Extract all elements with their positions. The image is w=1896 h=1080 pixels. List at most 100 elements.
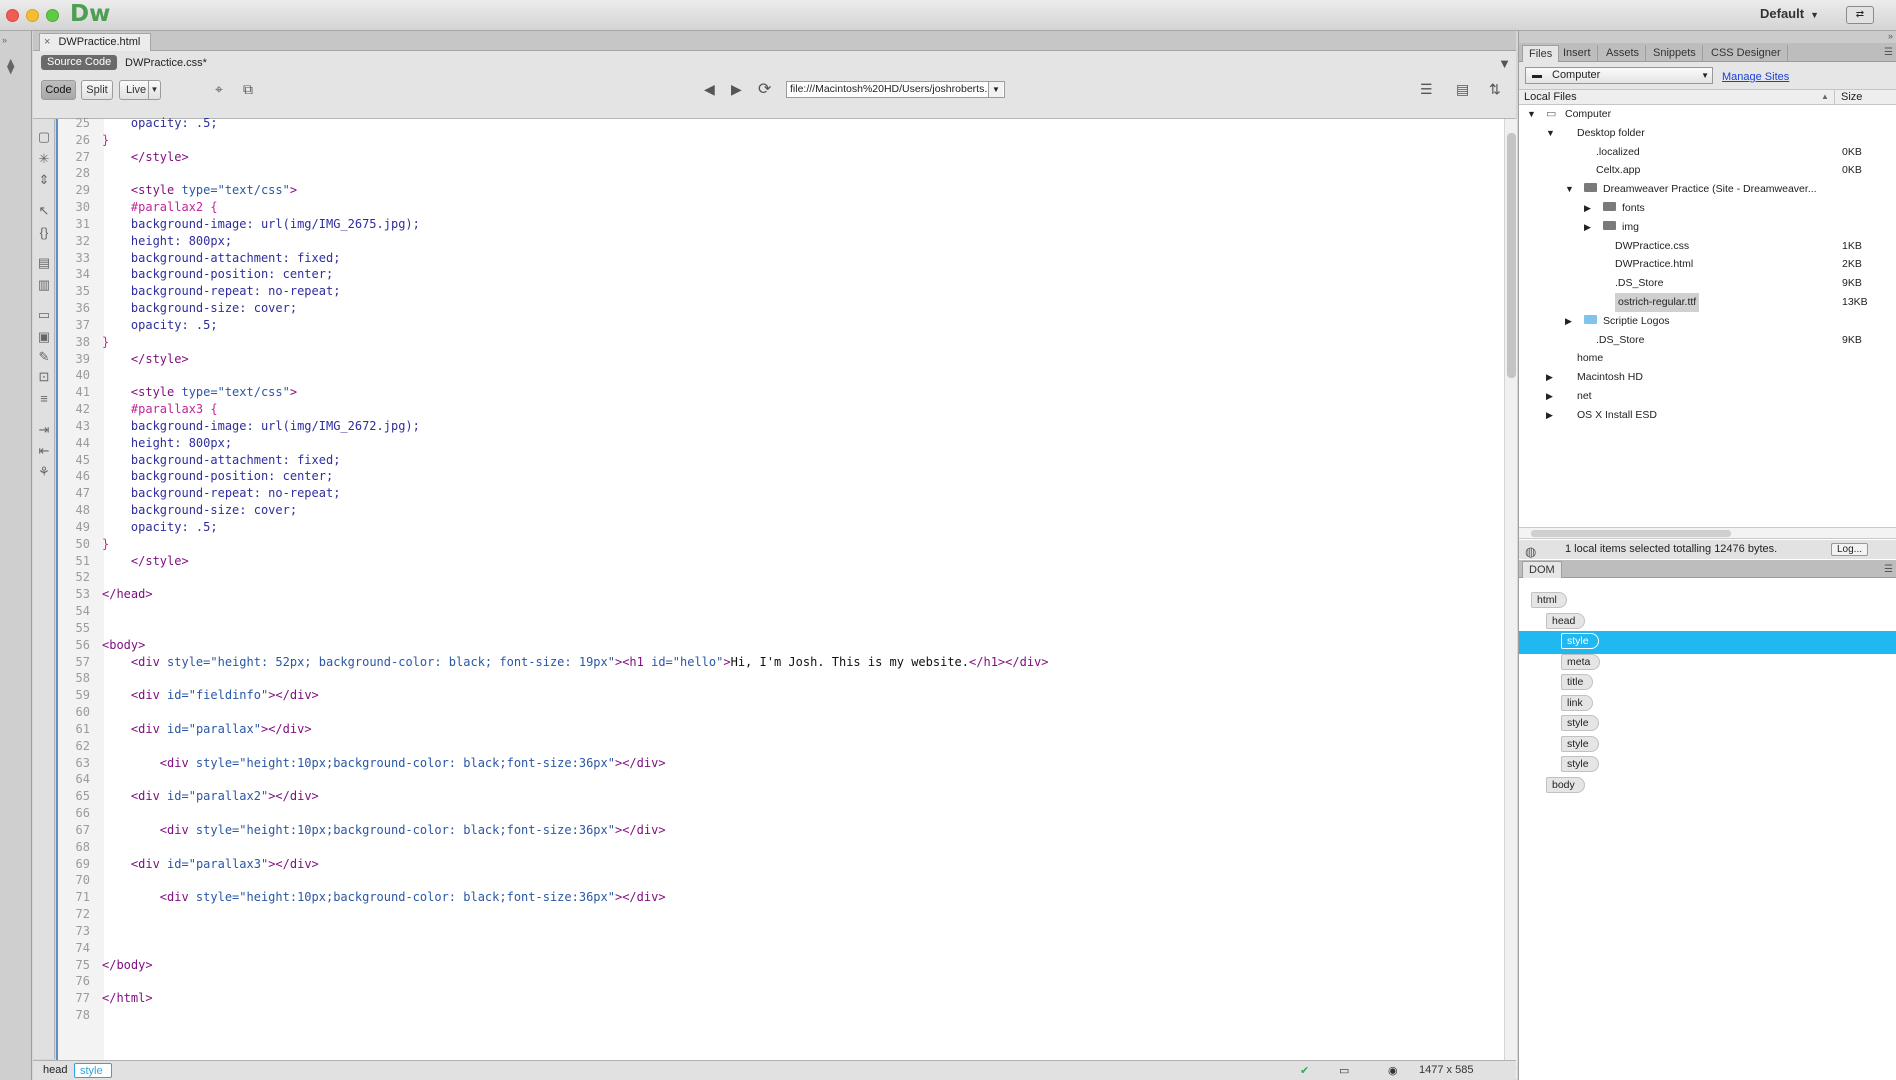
related-file-css[interactable]: DWPractice.css* xyxy=(125,57,207,69)
code-line[interactable]: 40 xyxy=(58,367,1488,384)
file-tree-row[interactable]: .localized 0KB xyxy=(1519,143,1896,162)
code-line[interactable]: 38} xyxy=(58,334,1488,351)
dom-node-style[interactable]: style xyxy=(1561,633,1599,649)
chevron-down-icon[interactable]: ▼ xyxy=(148,81,160,99)
code-line[interactable]: 63 <div style="height:10px;background-co… xyxy=(58,755,1488,772)
move-css-icon[interactable]: ≡ xyxy=(36,391,52,406)
indent-code-icon[interactable]: ⇥ xyxy=(36,422,52,438)
dom-node-body[interactable]: body xyxy=(1546,776,1585,793)
chevron-down-icon[interactable]: ▼ xyxy=(988,82,1003,97)
tag-crumb-head[interactable]: head xyxy=(38,1063,75,1078)
file-tree-row[interactable]: DWPractice.css 1KB xyxy=(1519,237,1896,256)
code-line[interactable]: 41 <style type="text/css"> xyxy=(58,384,1488,401)
code-line[interactable]: 71 <div style="height:10px;background-co… xyxy=(58,889,1488,906)
disclosure-closed-icon[interactable]: ▶ xyxy=(1546,406,1553,425)
tab-assets[interactable]: Assets xyxy=(1600,45,1647,62)
screen-size-icon[interactable]: ▭ xyxy=(1339,1064,1349,1077)
tab-snippets[interactable]: Snippets xyxy=(1647,45,1703,62)
file-tree-row[interactable]: ▶ fonts xyxy=(1519,199,1896,218)
code-line[interactable]: 76 xyxy=(58,973,1488,990)
site-select[interactable]: ▬ Computer ▼ xyxy=(1525,67,1713,84)
tab-insert[interactable]: Insert xyxy=(1557,45,1598,62)
filter-icon[interactable]: ▼ xyxy=(1498,56,1511,71)
scroll-thumb[interactable] xyxy=(1507,133,1516,378)
code-line[interactable]: 39 </style> xyxy=(58,351,1488,368)
dom-node-link[interactable]: link xyxy=(1561,694,1593,711)
file-tree-row[interactable]: home xyxy=(1519,349,1896,368)
log-button[interactable]: Log... xyxy=(1831,543,1869,556)
code-line[interactable]: 35 background-repeat: no-repeat; xyxy=(58,283,1488,300)
file-tree-row[interactable]: Celtx.app 0KB xyxy=(1519,161,1896,180)
file-tree-row[interactable]: ▼ Dreamweaver Practice (Site - Dreamweave… xyxy=(1519,180,1896,199)
zoom-window-button[interactable] xyxy=(46,9,59,22)
code-line[interactable]: 46 background-position: center; xyxy=(58,468,1488,485)
refresh-icon[interactable]: ⟳ xyxy=(758,79,771,99)
disclosure-closed-icon[interactable]: ▶ xyxy=(1584,218,1591,237)
sort-up-icon[interactable]: ▲ xyxy=(1821,90,1829,104)
wrap-tag-icon[interactable]: ✎ xyxy=(36,349,52,365)
tab-css-designer[interactable]: CSS Designer xyxy=(1705,45,1788,62)
code-line[interactable]: 69 <div id="parallax3"></div> xyxy=(58,856,1488,873)
code-line[interactable]: 27 </style> xyxy=(58,149,1488,166)
code-line[interactable]: 68 xyxy=(58,839,1488,856)
close-icon[interactable]: × xyxy=(44,36,50,48)
code-line[interactable]: 59 <div id="fieldinfo"></div> xyxy=(58,687,1488,704)
code-line[interactable]: 55 xyxy=(58,620,1488,637)
disclosure-closed-icon[interactable]: ▶ xyxy=(1565,312,1572,331)
code-line[interactable]: 60 xyxy=(58,704,1488,721)
collapse-tag-icon[interactable]: ✳ xyxy=(36,151,52,167)
file-tree-row[interactable]: ostrich-regular.ttf 13KB xyxy=(1519,293,1896,312)
code-line[interactable]: 37 opacity: .5; xyxy=(58,317,1488,334)
vertical-scrollbar[interactable] xyxy=(1504,119,1517,1067)
code-line[interactable]: 44 height: 800px; xyxy=(58,435,1488,452)
code-line[interactable]: 70 xyxy=(58,872,1488,889)
layers-panel-icon[interactable]: ⧫ xyxy=(7,57,25,75)
code-line[interactable]: 47 background-repeat: no-repeat; xyxy=(58,485,1488,502)
dom-node-style[interactable]: style xyxy=(1561,715,1599,731)
code-line[interactable]: 52 xyxy=(58,569,1488,586)
panel-menu-icon[interactable]: ☰ xyxy=(1884,47,1893,58)
inspect-icon[interactable]: ⌖ xyxy=(215,81,223,98)
code-line[interactable]: 66 xyxy=(58,805,1488,822)
code-line[interactable]: 29 <style type="text/css"> xyxy=(58,182,1488,199)
format-code-icon[interactable]: ⚘ xyxy=(36,464,52,480)
local-files-header[interactable]: Local Files xyxy=(1524,90,1577,104)
dom-node-meta[interactable]: meta xyxy=(1561,653,1601,670)
dom-node-html[interactable]: html xyxy=(1531,592,1567,608)
file-tree-row[interactable]: ▶ Scriptie Logos xyxy=(1519,312,1896,331)
address-field[interactable]: file:///Macintosh%20HD/Users/joshroberts… xyxy=(786,81,1005,98)
code-line[interactable]: 56 <body> xyxy=(58,637,1488,654)
code-line[interactable]: 73 xyxy=(58,923,1488,940)
code-editor[interactable]: 25 opacity: .5; 26} 27 </style> 28 29 <style… xyxy=(56,116,1517,1067)
scroll-thumb[interactable] xyxy=(1531,530,1731,537)
minimize-window-button[interactable] xyxy=(26,9,39,22)
code-line[interactable]: 72 xyxy=(58,906,1488,923)
document-tab[interactable]: × DWPractice.html xyxy=(39,33,152,51)
disclosure-open-icon[interactable]: ▼ xyxy=(1527,105,1536,124)
disclosure-closed-icon[interactable]: ▶ xyxy=(1546,368,1553,387)
file-tree-row[interactable]: ▶ Macintosh HD xyxy=(1519,368,1896,387)
remove-comment-icon[interactable]: ▣ xyxy=(36,329,52,345)
code-line[interactable]: 53 </head> xyxy=(58,586,1488,603)
code-line[interactable]: 34 background-position: center; xyxy=(58,266,1488,283)
format-source-icon[interactable]: ☰ xyxy=(1420,81,1433,98)
code-line[interactable]: 31 background-image: url(img/IMG_2675.jp… xyxy=(58,216,1488,233)
code-line[interactable]: 30 #parallax2 { xyxy=(58,199,1488,216)
file-tree-row[interactable]: .DS_Store 9KB xyxy=(1519,331,1896,350)
manage-sites-link[interactable]: Manage Sites xyxy=(1722,71,1789,83)
disclosure-open-icon[interactable]: ▼ xyxy=(1565,180,1574,199)
code-line[interactable]: 32 height: 800px; xyxy=(58,233,1488,250)
size-header[interactable]: Size xyxy=(1834,90,1896,104)
code-view-button[interactable]: Code xyxy=(41,80,76,100)
forward-arrow-icon[interactable]: ▶ xyxy=(731,81,742,98)
file-tree-row[interactable]: ▶ img xyxy=(1519,218,1896,237)
close-window-button[interactable] xyxy=(6,9,19,22)
code-line[interactable]: 65 <div id="parallax2"></div> xyxy=(58,788,1488,805)
code-line[interactable]: 64 xyxy=(58,771,1488,788)
file-tree-row[interactable]: ▶ net xyxy=(1519,387,1896,406)
apply-comment-icon[interactable]: ▭ xyxy=(36,307,52,323)
code-line[interactable]: 49 opacity: .5; xyxy=(58,519,1488,536)
code-line[interactable]: 74 xyxy=(58,940,1488,957)
code-line[interactable]: 26} xyxy=(58,132,1488,149)
dom-node-title[interactable]: title xyxy=(1561,674,1594,690)
